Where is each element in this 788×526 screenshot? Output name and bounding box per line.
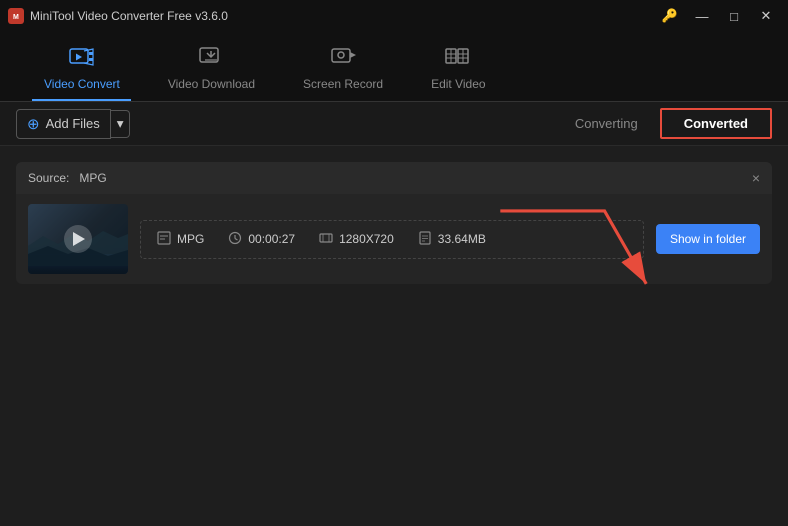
toolbar: ⊕ Add Files ▾ Converting Converted (0, 102, 788, 146)
add-files-label: Add Files (46, 116, 100, 131)
size-info: 33.64MB (418, 231, 486, 248)
source-format: MPG (79, 171, 106, 185)
title-bar: M MiniTool Video Converter Free v3.6.0 🔑… (0, 0, 788, 32)
tab-edit-video-label: Edit Video (431, 77, 486, 91)
tab-video-convert-label: Video Convert (44, 77, 120, 91)
play-button[interactable] (64, 225, 92, 253)
sub-tab-converting[interactable]: Converting (553, 110, 660, 137)
video-convert-icon (69, 47, 95, 73)
tab-video-convert[interactable]: Video Convert (20, 39, 144, 101)
video-download-icon (198, 47, 224, 73)
add-files-dropdown[interactable]: ▾ (111, 110, 131, 138)
top-nav: Video Convert Video Download Screen Reco… (0, 32, 788, 102)
tab-edit-video[interactable]: Edit Video (407, 37, 510, 101)
resolution-icon (319, 231, 333, 248)
minimize-button[interactable]: — (688, 5, 716, 27)
tab-video-download-label: Video Download (168, 77, 255, 91)
app-title: MiniTool Video Converter Free v3.6.0 (30, 9, 228, 23)
tab-video-download[interactable]: Video Download (144, 39, 279, 101)
tab-screen-record[interactable]: Screen Record (279, 39, 407, 101)
edit-video-icon (445, 45, 471, 73)
format-value: MPG (177, 232, 204, 246)
title-bar-left: M MiniTool Video Converter Free v3.6.0 (8, 8, 228, 24)
app-icon: M (8, 8, 24, 24)
resolution-info: 1280X720 (319, 231, 394, 248)
close-button[interactable]: ✕ (752, 5, 780, 27)
file-card-header: Source: MPG × (16, 162, 772, 194)
close-file-button[interactable]: × (752, 170, 760, 186)
file-info-row: MPG 00:00:27 1280X720 (140, 220, 644, 259)
sub-tab-converted[interactable]: Converted (660, 108, 772, 139)
svg-text:M: M (13, 14, 19, 21)
file-card-body: MPG 00:00:27 1280X720 (16, 194, 772, 284)
format-info: MPG (157, 231, 204, 248)
video-thumbnail (28, 204, 128, 274)
source-label: Source: MPG (28, 171, 107, 185)
file-card: Source: MPG × (16, 162, 772, 284)
format-icon (157, 231, 171, 248)
size-icon (418, 231, 432, 248)
clock-icon (228, 231, 242, 248)
sub-tab-bar: Converting Converted (553, 108, 772, 139)
duration-value: 00:00:27 (248, 232, 295, 246)
add-icon: ⊕ (27, 115, 40, 133)
maximize-button[interactable]: □ (720, 5, 748, 27)
duration-info: 00:00:27 (228, 231, 295, 248)
screen-record-icon (330, 47, 356, 73)
tab-screen-record-label: Screen Record (303, 77, 383, 91)
add-files-button[interactable]: ⊕ Add Files (16, 109, 111, 139)
show-in-folder-button[interactable]: Show in folder (656, 224, 760, 254)
content-area: Source: MPG × (0, 146, 788, 526)
key-button[interactable]: 🔑 (656, 5, 684, 27)
size-value: 33.64MB (438, 232, 486, 246)
resolution-value: 1280X720 (339, 232, 394, 246)
add-files-group: ⊕ Add Files ▾ (16, 109, 130, 139)
window-controls: 🔑 — □ ✕ (656, 5, 780, 27)
